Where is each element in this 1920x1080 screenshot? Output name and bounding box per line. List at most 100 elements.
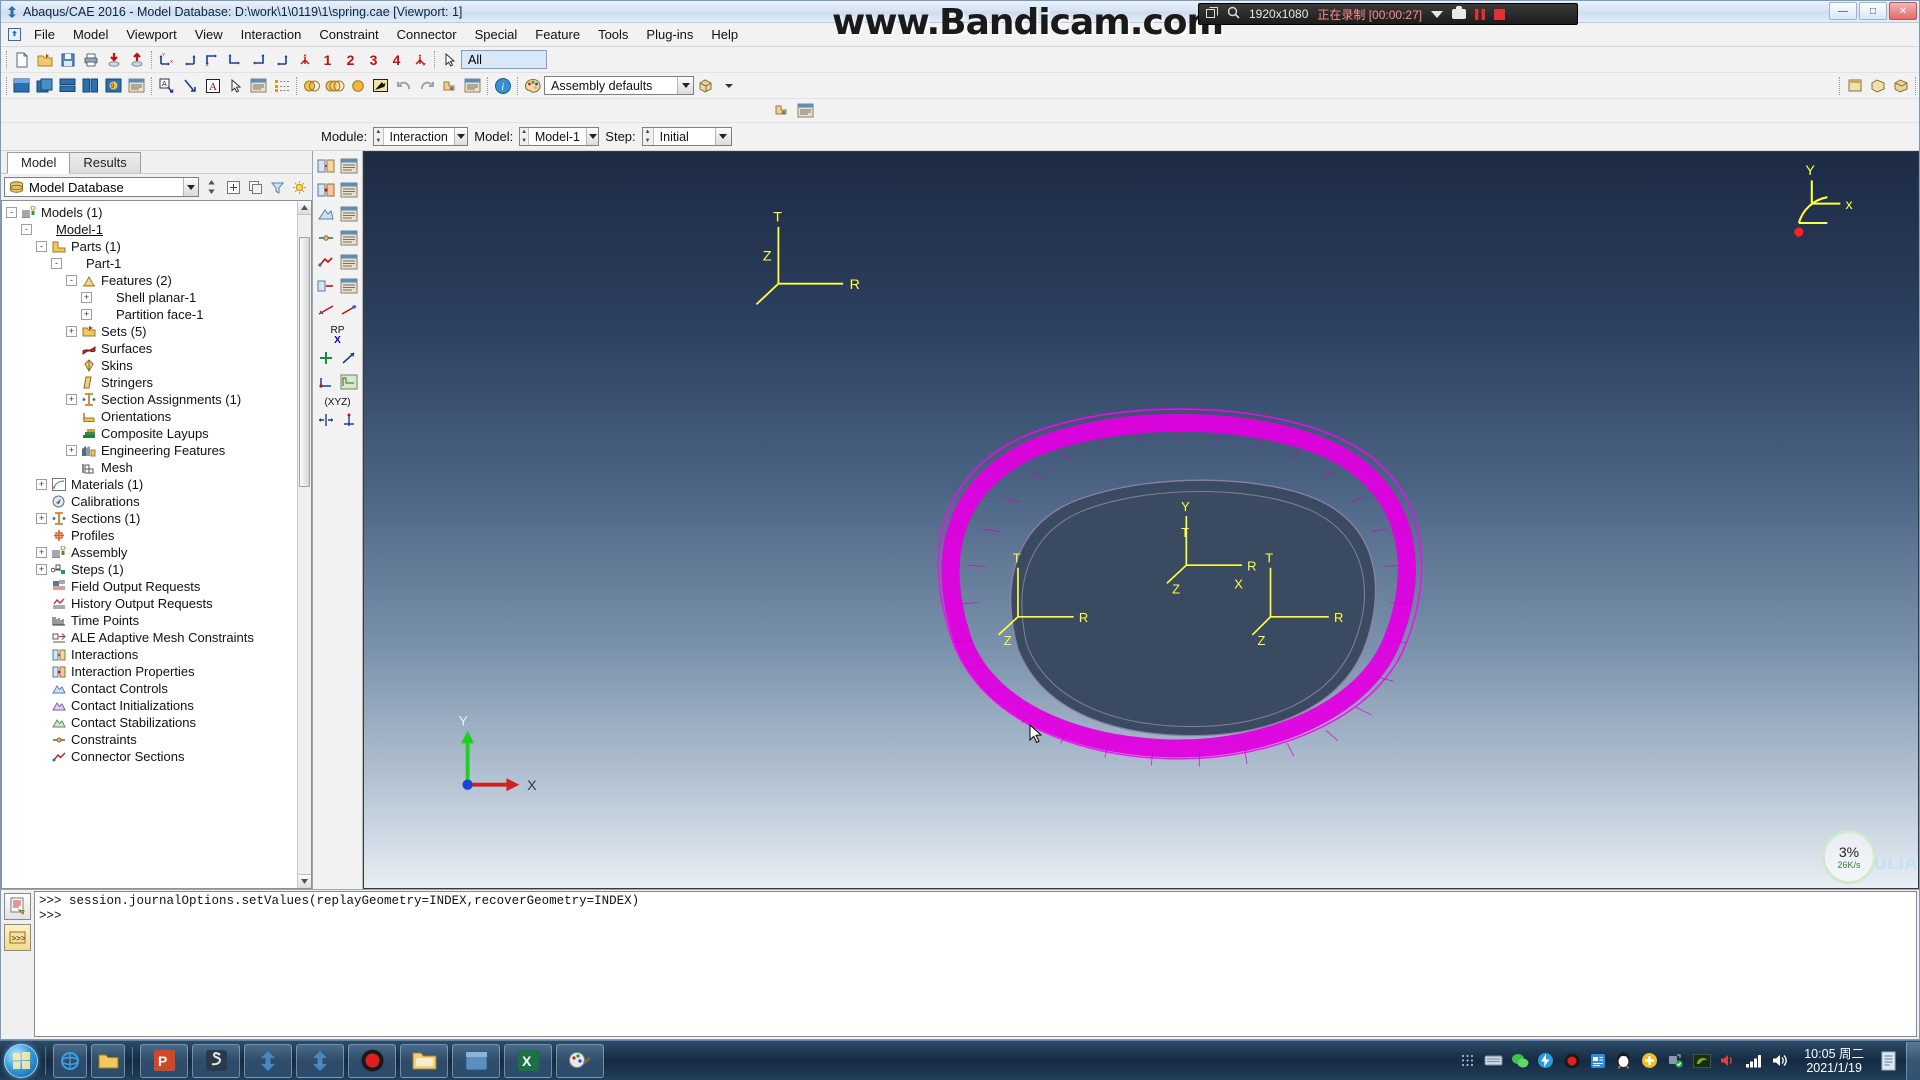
- abaqus-menu-icon[interactable]: [3, 25, 25, 45]
- step-combo[interactable]: ▲ ▼ Initial: [641, 127, 732, 146]
- collapse-toggle-icon[interactable]: -: [66, 275, 77, 286]
- color-palette-icon[interactable]: [521, 75, 544, 97]
- tab-results[interactable]: Results: [69, 152, 141, 173]
- scrollbar-thumb[interactable]: [299, 237, 310, 487]
- arrow-annotation-icon[interactable]: [178, 75, 201, 97]
- view-right-icon[interactable]: [270, 49, 293, 71]
- text-style-icon[interactable]: A: [201, 75, 224, 97]
- chevron-down-icon[interactable]: [714, 128, 731, 145]
- expand-icon[interactable]: [1206, 6, 1218, 22]
- create-connector-assignment-icon[interactable]: [315, 275, 337, 297]
- create-connector-section-icon[interactable]: [315, 251, 337, 273]
- database-selector[interactable]: Model Database: [4, 177, 199, 197]
- viewport-horizontal-icon[interactable]: [56, 75, 79, 97]
- start-orb-icon[interactable]: [4, 1043, 38, 1078]
- select-annotation-icon[interactable]: [224, 75, 247, 97]
- expand-toggle-icon[interactable]: +: [66, 445, 77, 456]
- tree-item-section-assignments-1[interactable]: + Section Assignments (1): [6, 391, 311, 408]
- constraint-manager-icon[interactable]: [338, 227, 360, 249]
- action-center-icon[interactable]: [1879, 1051, 1898, 1070]
- viewport-vertical-icon[interactable]: [79, 75, 102, 97]
- tab-model[interactable]: Model: [7, 152, 71, 174]
- new-file-icon[interactable]: [10, 49, 33, 71]
- command-line-output[interactable]: >>> session.journalOptions.setValues(rep…: [34, 891, 1917, 1037]
- menu-item-tools[interactable]: Tools: [589, 24, 637, 45]
- taskbar-record-icon[interactable]: [348, 1043, 396, 1078]
- part-display-icon[interactable]: [438, 75, 461, 97]
- step-spinner[interactable]: ▲ ▼: [642, 128, 654, 145]
- tree-item-part-1[interactable]: - Part-1: [6, 255, 311, 272]
- collapse-toggle-icon[interactable]: -: [36, 241, 47, 252]
- shaded-icon[interactable]: [346, 75, 369, 97]
- tree-item-shell-planar-1[interactable]: + Shell planar-1: [6, 289, 311, 306]
- viewport-canvas[interactable]: Y x T R Z Y T R Z X T R Z T R Z Y X 3% 2…: [363, 151, 1919, 889]
- wechat-icon[interactable]: [1510, 1051, 1529, 1070]
- view-top-icon[interactable]: Z: [201, 49, 224, 71]
- spinner-icon[interactable]: [202, 178, 221, 197]
- query-icon[interactable]: [771, 100, 794, 122]
- tree-item-ale-adaptive-mesh-constraints[interactable]: ALE Adaptive Mesh Constraints: [6, 629, 311, 646]
- view-number-2[interactable]: 2: [339, 49, 362, 71]
- viewport-annotate-icon[interactable]: [125, 75, 148, 97]
- taskbar-snipaste-icon[interactable]: [192, 1043, 240, 1078]
- menu-item-special[interactable]: Special: [466, 24, 527, 45]
- taskbar-abaqus-icon-2[interactable]: [296, 1043, 344, 1078]
- command-line-icon[interactable]: >>>: [4, 924, 31, 951]
- render-beam-icon[interactable]: [369, 75, 392, 97]
- view-number-1[interactable]: 1: [316, 49, 339, 71]
- chevron-down-icon[interactable]: [1431, 10, 1444, 18]
- wireframe-icon[interactable]: [300, 75, 323, 97]
- assembly-display-icon[interactable]: [461, 75, 484, 97]
- camera-icon[interactable]: [1452, 6, 1467, 19]
- color-code-combo[interactable]: Assembly defaults: [544, 76, 694, 95]
- taskbar-explorer-icon[interactable]: [400, 1043, 448, 1078]
- menu-item-model[interactable]: Model: [64, 24, 117, 45]
- tree-item-orientations[interactable]: Orientations: [6, 408, 311, 425]
- scroll-up-arrow[interactable]: [298, 201, 311, 215]
- volume-icon[interactable]: [1770, 1051, 1789, 1070]
- create-datum-csys-icon[interactable]: [315, 371, 337, 393]
- tree-item-interactions[interactable]: Interactions: [6, 646, 311, 663]
- expand-toggle-icon[interactable]: +: [81, 309, 92, 320]
- taskbar-clock[interactable]: 10:05 周二 2021/1/19: [1796, 1047, 1872, 1075]
- menu-item-file[interactable]: File: [25, 24, 64, 45]
- filter-icon[interactable]: [268, 178, 287, 197]
- menu-item-interaction[interactable]: Interaction: [232, 24, 311, 45]
- keyboard-icon[interactable]: [1484, 1051, 1503, 1070]
- print-icon[interactable]: [79, 49, 102, 71]
- redo-view-icon[interactable]: [415, 75, 438, 97]
- apply-view-icon[interactable]: [408, 49, 431, 71]
- menu-item-help[interactable]: Help: [702, 24, 747, 45]
- taskbar-folder-icon[interactable]: [91, 1043, 125, 1078]
- collapse-toggle-icon[interactable]: -: [6, 207, 17, 218]
- undo-view-icon[interactable]: [392, 75, 415, 97]
- tree-item-constraints[interactable]: Constraints: [6, 731, 311, 748]
- expand-toggle-icon[interactable]: +: [36, 564, 47, 575]
- selection-arrow-icon[interactable]: [438, 49, 461, 71]
- tree-item-parts-1[interactable]: - Parts (1): [6, 238, 311, 255]
- set-manager-icon[interactable]: [338, 409, 360, 431]
- menu-item-viewport[interactable]: Viewport: [117, 24, 185, 45]
- view-number-3[interactable]: 3: [362, 49, 385, 71]
- taskbar-paint-icon[interactable]: [556, 1043, 604, 1078]
- view-front-icon[interactable]: YX: [155, 49, 178, 71]
- view-bottom-icon[interactable]: [224, 49, 247, 71]
- interaction-manager-icon[interactable]: [338, 155, 360, 177]
- plugin-1-icon[interactable]: [1843, 75, 1866, 97]
- datum-manager-icon[interactable]: [338, 371, 360, 393]
- menu-item-constraint[interactable]: Constraint: [310, 24, 387, 45]
- close-button[interactable]: ✕: [1889, 2, 1917, 20]
- maximize-button[interactable]: □: [1859, 2, 1887, 20]
- signal-icon[interactable]: [1744, 1051, 1763, 1070]
- nvidia-icon[interactable]: [1692, 1051, 1711, 1070]
- tree-item-partition-face-1[interactable]: + Partition face-1: [6, 306, 311, 323]
- viewport-create-icon[interactable]: [10, 75, 33, 97]
- render-cube-icon[interactable]: [694, 75, 717, 97]
- view-number-4[interactable]: 4: [385, 49, 408, 71]
- model-tree[interactable]: - Models (1) - Model-1- Parts (1) - Part-1- Fea…: [1, 200, 312, 889]
- tree-item-skins[interactable]: Skins: [6, 357, 311, 374]
- collapse-toggle-icon[interactable]: -: [51, 258, 62, 269]
- tree-item-sets-5[interactable]: + Sets (5): [6, 323, 311, 340]
- stop-icon[interactable]: [1494, 8, 1506, 20]
- minimize-button[interactable]: —: [1829, 2, 1857, 20]
